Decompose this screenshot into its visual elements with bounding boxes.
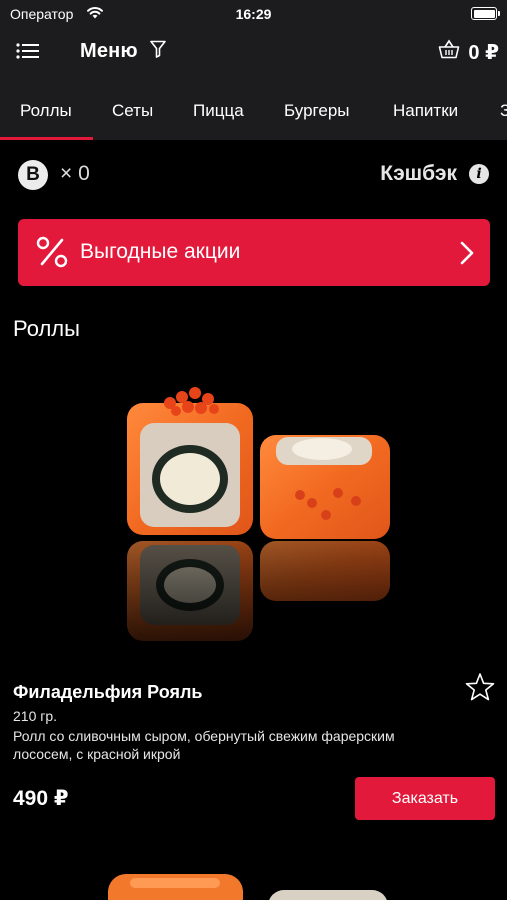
chevron-right-icon: [460, 241, 474, 265]
tab-burgers[interactable]: Бургеры: [284, 101, 350, 121]
info-icon[interactable]: i: [469, 164, 489, 184]
category-tabs: Роллы Сеты Пицца Бургеры Напитки З: [0, 80, 507, 140]
promo-banner[interactable]: Выгодные акции: [18, 219, 490, 286]
tab-next[interactable]: З: [500, 101, 507, 121]
product-image[interactable]: [100, 375, 410, 655]
tab-rolls[interactable]: Роллы: [20, 101, 72, 121]
product-weight: 210 гр.: [13, 708, 58, 724]
battery-icon: [471, 7, 500, 20]
menu-list-icon[interactable]: [16, 42, 40, 60]
product-price: 490 ₽: [13, 787, 69, 810]
clock: 16:29: [235, 6, 272, 22]
next-product-image[interactable]: [100, 862, 410, 900]
tab-sets[interactable]: Сеты: [112, 101, 153, 121]
active-tab-indicator: [0, 137, 93, 140]
tab-drinks[interactable]: Напитки: [393, 101, 458, 121]
nav-bar: Меню 0 ₽: [0, 28, 507, 80]
favorite-star-icon[interactable]: [464, 672, 496, 702]
bonus-count: × 0: [60, 162, 90, 185]
tab-pizza[interactable]: Пицца: [193, 101, 244, 121]
percent-icon: [36, 236, 68, 268]
order-button[interactable]: Заказать: [355, 777, 495, 820]
filter-icon[interactable]: [150, 40, 166, 58]
product-name[interactable]: Филадельфия Рояль: [13, 682, 202, 703]
basket-icon[interactable]: [438, 39, 460, 59]
cashback-label[interactable]: Кэшбэк: [380, 162, 457, 186]
section-title: Роллы: [13, 316, 80, 341]
page-title: Меню: [80, 40, 138, 62]
cart-total[interactable]: 0 ₽: [468, 40, 499, 65]
promo-label: Выгодные акции: [80, 240, 241, 263]
bonus-icon: B: [18, 160, 48, 190]
status-bar: Оператор 16:29: [0, 0, 507, 28]
product-description: Ролл со сливочным сыром, обернутый свежи…: [13, 728, 395, 762]
